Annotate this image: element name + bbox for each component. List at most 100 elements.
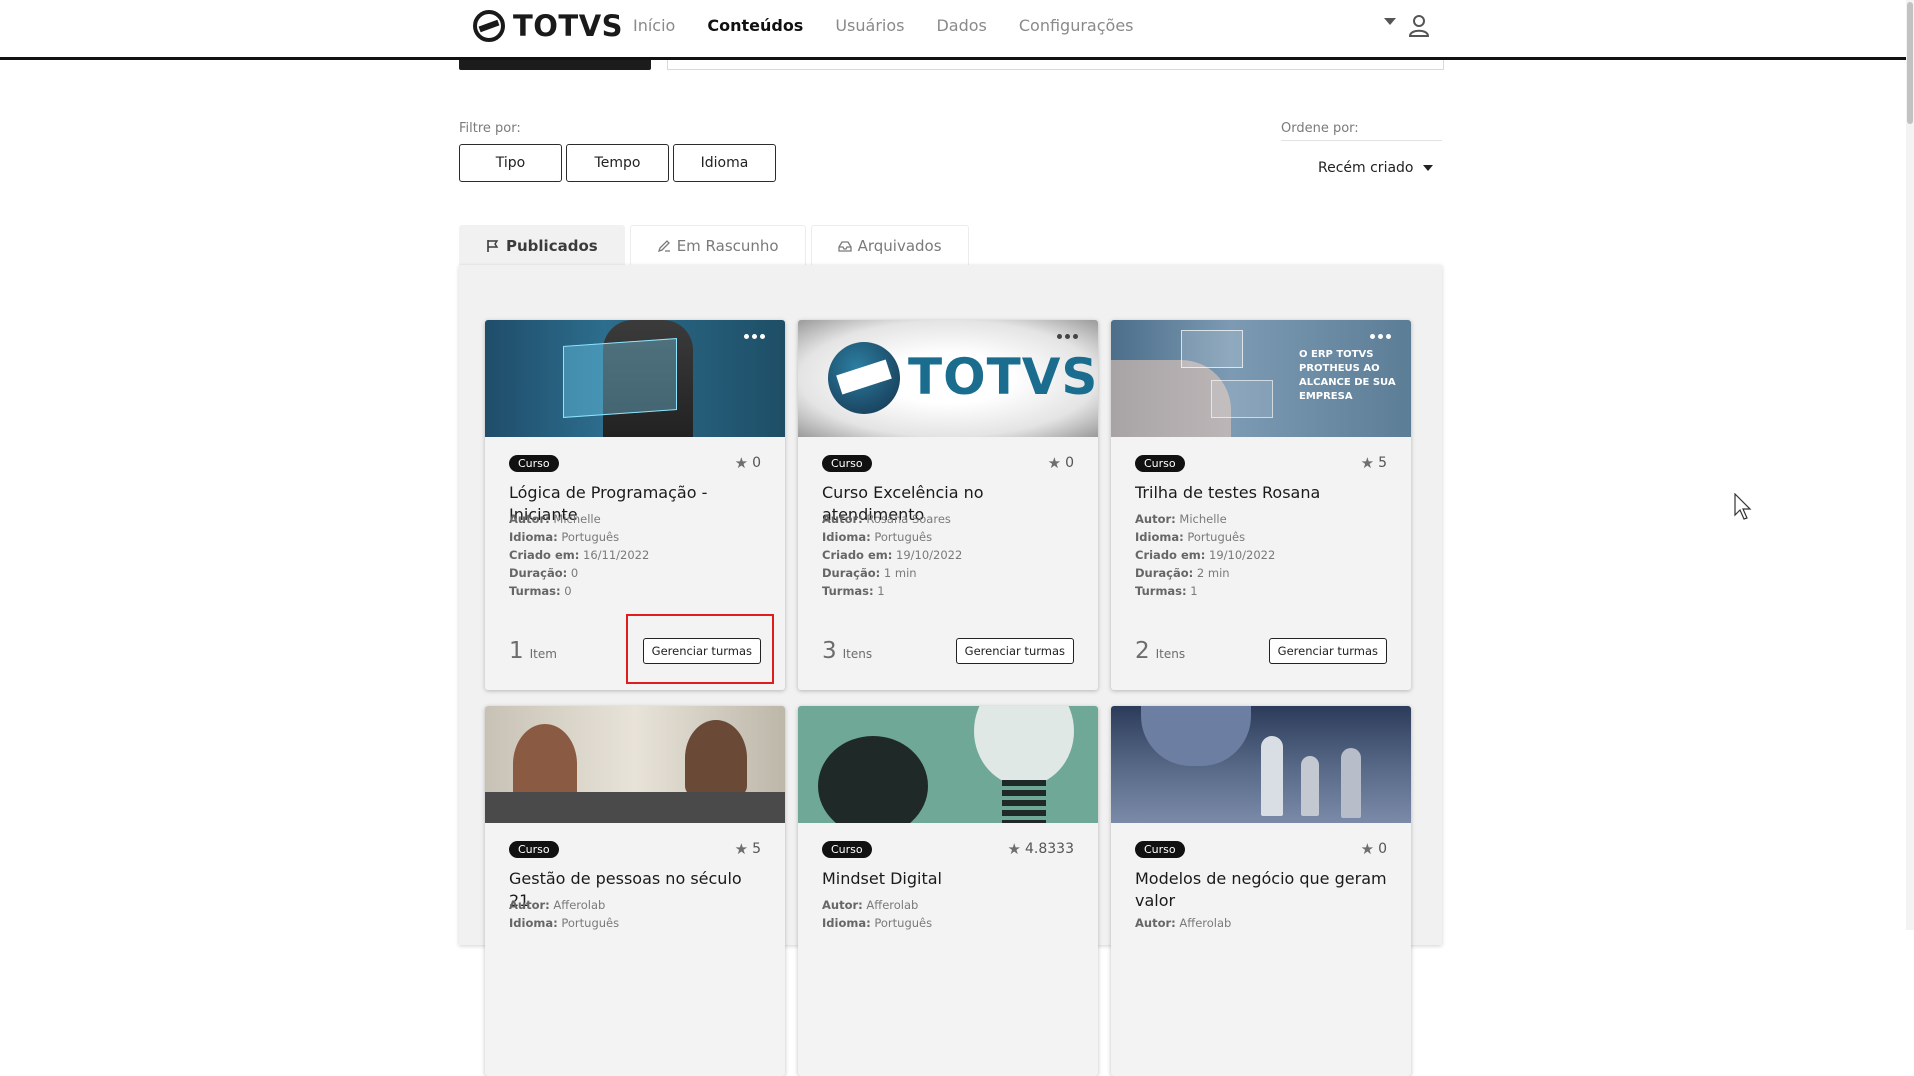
search-input-partial[interactable] — [667, 60, 1444, 70]
meta-value: 2 min — [1196, 566, 1230, 580]
main-nav: Início Conteúdos Usuários Dados Configur… — [633, 16, 1166, 35]
card-title[interactable]: Modelos de negócio que geram valor — [1135, 868, 1391, 912]
content-card[interactable]: O ERP TOTVS PROTHEUS AO ALCANCE DE SUA E… — [1111, 320, 1411, 690]
nav-configuracoes[interactable]: Configurações — [1019, 16, 1134, 35]
type-badge: Curso — [509, 840, 559, 858]
image-caption: O ERP TOTVS PROTHEUS AO ALCANCE DE SUA E… — [1299, 349, 1396, 402]
meta-autor: Autor: Afferolab — [1135, 914, 1231, 932]
rating-value: 5 — [1378, 455, 1387, 471]
image-person-body — [485, 792, 785, 823]
totvs-logo[interactable]: TOTVS — [473, 9, 623, 43]
card-image — [798, 706, 1098, 823]
card-meta: Autor: Afferolab Idioma: Português — [509, 896, 619, 932]
meta-idioma: Idioma: Português — [509, 528, 649, 546]
card-meta: Autor: Rosana Soares Idioma: Português C… — [822, 510, 962, 600]
card-meta: Autor: Afferolab — [1135, 914, 1231, 932]
manage-classes-button[interactable]: Gerenciar turmas — [1268, 638, 1387, 664]
card-title[interactable]: Trilha de testes Rosana — [1135, 482, 1391, 504]
search-button-partial[interactable] — [459, 60, 651, 70]
meta-autor: Autor: Afferolab — [822, 896, 932, 914]
content-card[interactable]: Curso ★ 5 Gestão de pessoas no século 21 … — [485, 706, 785, 1076]
filter-label: Filtre por: — [459, 121, 521, 136]
meta-value: Afferolab — [1179, 916, 1232, 930]
filter-tipo-button[interactable]: Tipo — [459, 144, 562, 182]
meta-label: Criado em: — [822, 548, 893, 562]
meta-value: Michelle — [1179, 512, 1227, 526]
meta-criado: Criado em: 19/10/2022 — [1135, 546, 1275, 564]
meta-autor: Autor: Michelle — [1135, 510, 1275, 528]
more-dots-icon[interactable] — [744, 334, 765, 339]
filter-idioma-button[interactable]: Idioma — [673, 144, 776, 182]
mouse-cursor-icon — [1734, 493, 1752, 520]
card-meta: Autor: Michelle Idioma: Português Criado… — [1135, 510, 1275, 600]
meta-label: Idioma: — [509, 916, 558, 930]
item-count: 3 Itens — [822, 638, 872, 664]
type-badge: Curso — [822, 840, 872, 858]
image-hand-shape — [1141, 706, 1251, 766]
card-footer: 3 Itens Gerenciar turmas — [822, 638, 1074, 664]
chevron-down-icon — [1423, 165, 1434, 171]
rating-value: 4.8333 — [1025, 841, 1074, 857]
nav-usuarios[interactable]: Usuários — [835, 16, 904, 35]
count-number: 1 — [509, 638, 524, 664]
meta-value: 0 — [564, 584, 572, 598]
card-image: O ERP TOTVS PROTHEUS AO ALCANCE DE SUA E… — [1111, 320, 1411, 437]
chevron-down-icon[interactable] — [1384, 18, 1396, 25]
type-badge: Curso — [509, 454, 559, 472]
count-unit: Itens — [842, 647, 873, 661]
meta-label: Autor: — [1135, 916, 1176, 930]
count-number: 3 — [822, 638, 837, 664]
image-screen-shape — [563, 338, 677, 418]
content-card[interactable]: Curso ★ 0 Modelos de negócio que geram va… — [1111, 706, 1411, 1076]
badge-row: Curso ★ 0 — [822, 454, 1074, 472]
badge-row: Curso ★ 4.8333 — [822, 840, 1074, 858]
card-meta: Autor: Michelle Idioma: Português Criado… — [509, 510, 649, 600]
user-icon[interactable] — [1408, 14, 1430, 38]
tab-label: Em Rascunho — [676, 236, 779, 255]
badge-row: Curso ★ 5 — [509, 840, 761, 858]
nav-dados[interactable]: Dados — [936, 16, 986, 35]
scrollbar-thumb[interactable] — [1907, 2, 1913, 124]
content-tabs: Publicados Em Rascunho Arquivados — [459, 225, 969, 265]
order-select[interactable]: Recém criado — [1318, 160, 1434, 176]
meta-value: Afferolab — [553, 898, 606, 912]
meta-label: Idioma: — [1135, 530, 1184, 544]
meta-autor: Autor: Rosana Soares — [822, 510, 962, 528]
edit-icon — [657, 239, 670, 252]
star-icon: ★ — [734, 454, 749, 472]
meta-label: Turmas: — [822, 584, 874, 598]
meta-label: Turmas: — [509, 584, 561, 598]
nav-inicio[interactable]: Início — [633, 16, 675, 35]
count-unit: Item — [529, 647, 557, 661]
filter-tempo-button[interactable]: Tempo — [566, 144, 669, 182]
cards-grid: Curso ★ 0 Lógica de Programação - Inician… — [485, 320, 1411, 1076]
image-bulb-shape — [974, 706, 1074, 786]
more-dots-icon[interactable] — [1370, 334, 1391, 339]
meta-value: Rosana Soares — [866, 512, 951, 526]
card-title[interactable]: Mindset Digital — [822, 868, 1078, 890]
rating-value: 0 — [1065, 455, 1074, 471]
type-badge: Curso — [1135, 840, 1185, 858]
content-card[interactable]: Curso ★ 4.8333 Mindset Digital Autor: Aff… — [798, 706, 1098, 1076]
meta-autor: Autor: Michelle — [509, 510, 649, 528]
meta-duracao: Duração: 0 — [509, 564, 649, 582]
meta-turmas: Turmas: 1 — [1135, 582, 1275, 600]
rating-value: 0 — [1378, 841, 1387, 857]
more-dots-icon[interactable] — [1057, 334, 1078, 339]
meta-idioma: Idioma: Português — [1135, 528, 1275, 546]
image-bulb-base — [1002, 780, 1046, 823]
tab-em-rascunho[interactable]: Em Rascunho — [629, 225, 806, 265]
manage-classes-button[interactable]: Gerenciar turmas — [955, 638, 1074, 664]
rating: ★ 5 — [735, 840, 761, 858]
meta-label: Criado em: — [1135, 548, 1206, 562]
flag-icon — [487, 239, 499, 252]
nav-conteudos[interactable]: Conteúdos — [707, 16, 803, 35]
page-scrollbar[interactable] — [1906, 0, 1914, 930]
content-card[interactable]: TOTVS Curso ★ 0 Curso Excelência no atend… — [798, 320, 1098, 690]
meta-label: Duração: — [822, 566, 881, 580]
star-icon: ★ — [1360, 840, 1375, 858]
meta-label: Autor: — [509, 898, 550, 912]
tab-publicados[interactable]: Publicados — [459, 225, 625, 265]
meta-value: 19/10/2022 — [1209, 548, 1276, 562]
tab-arquivados[interactable]: Arquivados — [810, 225, 969, 265]
